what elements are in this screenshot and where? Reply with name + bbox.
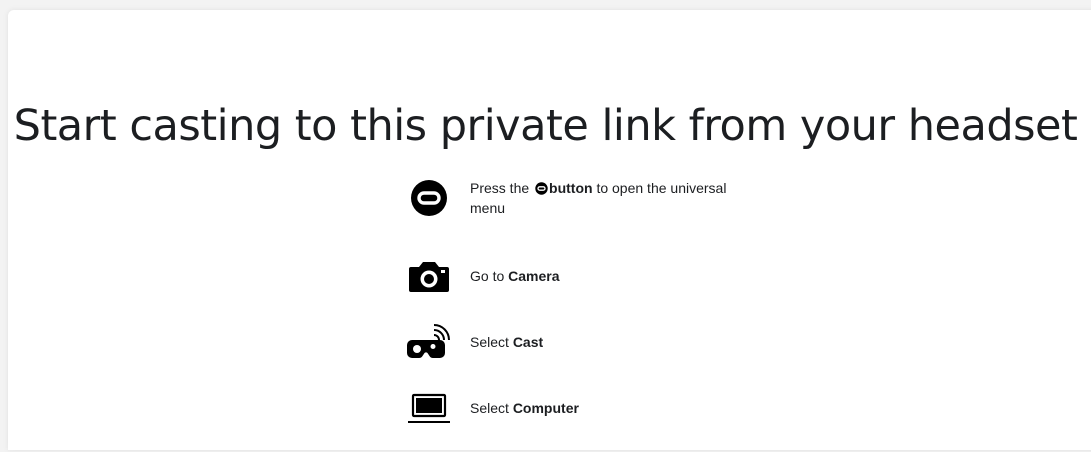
steps-list: Press the button to open the universal m… [406, 176, 766, 452]
step-go-to-camera: Go to Camera [406, 254, 766, 320]
step-select-cast: Select Cast [406, 320, 766, 386]
camera-icon [406, 254, 452, 298]
laptop-icon [406, 386, 452, 430]
page-title: Start casting to this private link from … [13, 101, 1078, 151]
step-text: Go to Camera [470, 268, 560, 284]
oculus-button-icon [535, 180, 548, 195]
step-select-computer: Select Computer [406, 386, 766, 452]
step-open-menu: Press the button to open the universal m… [406, 176, 766, 254]
step-text: Select Computer [470, 400, 579, 416]
cast-icon [406, 320, 452, 364]
step-text: Press the button to open the universal m… [470, 180, 727, 216]
step-text: Select Cast [470, 334, 544, 350]
oculus-icon [406, 176, 452, 220]
